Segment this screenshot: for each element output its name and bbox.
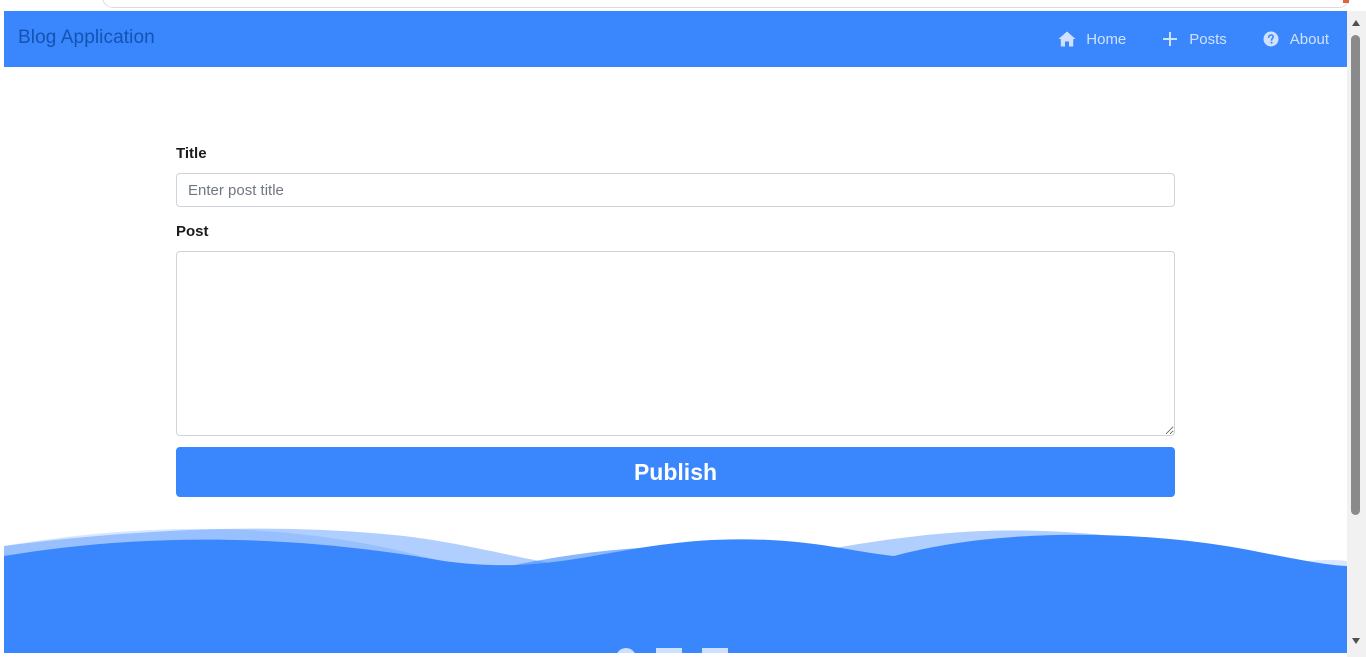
post-label: Post [176, 223, 209, 240]
scroll-down-icon[interactable] [1352, 638, 1360, 644]
nav-link-home-label: Home [1086, 30, 1127, 48]
post-textarea[interactable] [176, 251, 1175, 436]
scroll-thumb[interactable] [1351, 35, 1360, 515]
browser-top-bar [0, 0, 1366, 11]
extension-icon[interactable] [1343, 0, 1349, 3]
brand-link[interactable]: Blog Application [18, 27, 155, 49]
footer-box-icon[interactable] [702, 648, 728, 653]
publish-button[interactable]: Publish [176, 447, 1175, 497]
nav-links: Home Posts About [1023, 11, 1329, 67]
nav-link-posts-label: Posts [1189, 30, 1227, 48]
nav-link-home[interactable]: Home [1058, 30, 1126, 48]
address-bar[interactable] [102, 0, 1350, 8]
plus-icon [1161, 30, 1179, 48]
footer-circle-icon[interactable] [616, 648, 636, 653]
title-input[interactable] [176, 173, 1175, 207]
navbar: Blog Application Home Posts About [4, 11, 1347, 67]
nav-link-posts[interactable]: Posts [1161, 30, 1227, 48]
home-icon [1058, 30, 1076, 48]
page-viewport: Blog Application Home Posts About Title … [4, 11, 1347, 653]
footer-square-icon[interactable] [656, 648, 682, 653]
nav-link-about-label: About [1289, 30, 1329, 48]
page-scrollbar[interactable] [1347, 11, 1366, 657]
nav-link-about[interactable]: About [1262, 30, 1329, 48]
title-label: Title [176, 145, 207, 162]
footer-waves [4, 528, 1347, 653]
scroll-up-icon[interactable] [1352, 20, 1360, 26]
question-circle-icon [1262, 30, 1280, 48]
footer-icons [616, 648, 728, 653]
